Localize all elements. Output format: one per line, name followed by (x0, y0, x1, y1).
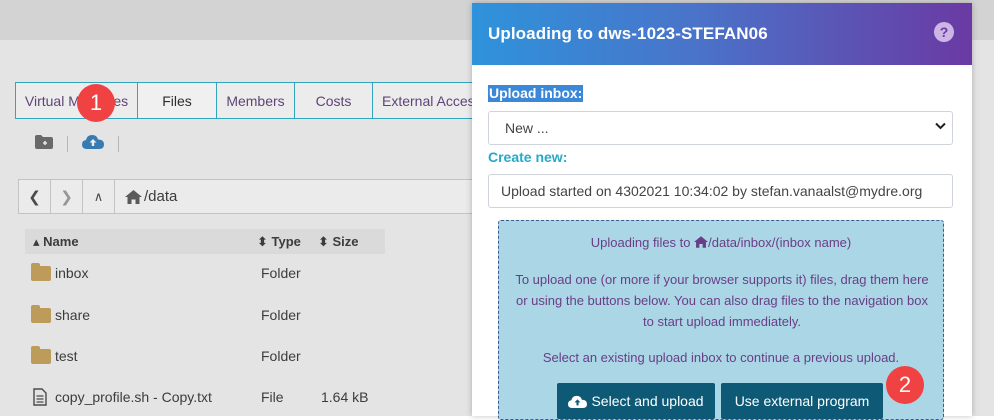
upload-instructions: To upload one (or more if your browser s… (515, 272, 929, 329)
continue-upload-hint: Select an existing upload inbox to conti… (542, 350, 900, 365)
step-badge-1: 1 (77, 84, 115, 122)
create-new-label: Create new: (488, 149, 568, 165)
select-and-upload-button[interactable]: Select and upload (557, 383, 715, 419)
home-icon (694, 236, 709, 248)
upload-inbox-select[interactable]: New ... (488, 111, 953, 145)
create-new-input[interactable]: Upload started on 4302021 10:34:02 by st… (488, 174, 953, 208)
upload-destination-text: Uploading files to /data/inbox/(inbox na… (590, 235, 852, 250)
select-value: New ... (505, 120, 549, 136)
upload-dialog: Uploading to dws-1023-STEFAN06 ? Upload … (472, 3, 972, 420)
use-external-program-button[interactable]: Use external program (721, 383, 883, 419)
help-icon[interactable]: ? (934, 22, 954, 42)
upload-inbox-label: Upload inbox: (488, 85, 584, 102)
dialog-header: Uploading to dws-1023-STEFAN06 ? (472, 3, 972, 65)
chevron-down-icon (935, 121, 946, 133)
step-badge-2: 2 (886, 366, 924, 404)
cloud-upload-icon (568, 395, 588, 408)
upload-drop-zone[interactable]: Uploading files to /data/inbox/(inbox na… (498, 220, 944, 420)
dialog-title: Uploading to dws-1023-STEFAN06 (488, 24, 768, 43)
